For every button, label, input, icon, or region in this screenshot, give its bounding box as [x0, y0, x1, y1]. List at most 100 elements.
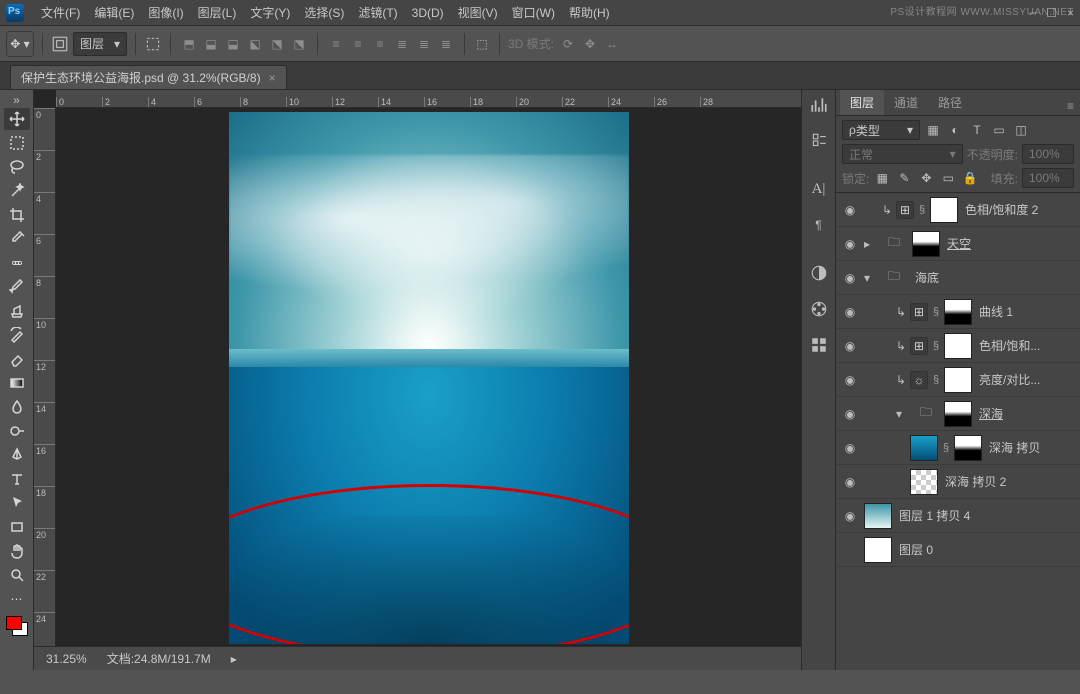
swatches-icon[interactable] [808, 298, 830, 320]
fill-input[interactable]: 100% [1022, 168, 1074, 188]
healing-brush-tool-icon[interactable] [4, 252, 30, 274]
layer-thumbnail[interactable] [910, 469, 938, 495]
adjust-circle-icon[interactable] [808, 262, 830, 284]
dist-bottom-icon[interactable]: ≡ [370, 34, 390, 54]
doc-tab-close-icon[interactable]: × [269, 66, 276, 90]
layer-name[interactable]: 海底 [912, 269, 1076, 286]
link-mask-icon[interactable]: § [942, 442, 950, 454]
lock-all-icon[interactable]: 🔒 [961, 169, 979, 187]
history-icon[interactable] [808, 130, 830, 152]
visibility-toggle-icon[interactable]: ◉ [840, 407, 860, 421]
status-zoom[interactable]: 31.25% [46, 652, 87, 666]
align-hcenter-icon[interactable]: ⬔ [267, 34, 287, 54]
menu-3d[interactable]: 3D(D) [405, 0, 451, 26]
zoom-tool-icon[interactable] [4, 564, 30, 586]
dist-right-icon[interactable]: ≣ [436, 34, 456, 54]
paragraph-icon[interactable]: ¶ [808, 214, 830, 236]
link-mask-icon[interactable]: § [932, 340, 940, 352]
lock-artboard-icon[interactable]: ▭ [939, 169, 957, 187]
auto-select-dropdown[interactable]: 图层▾ [73, 32, 127, 56]
tab-paths[interactable]: 路径 [928, 90, 972, 115]
brush-tool-icon[interactable] [4, 276, 30, 298]
color-swatch[interactable] [6, 616, 28, 636]
layer-name[interactable]: 图层 1 拷贝 4 [896, 507, 1076, 524]
mask-thumbnail[interactable] [944, 367, 972, 393]
artboard[interactable] [229, 112, 629, 644]
shape-filter-icon[interactable]: ▭ [990, 121, 1008, 139]
gradient-tool-icon[interactable] [4, 372, 30, 394]
layer-thumbnail[interactable] [864, 503, 892, 529]
layer-name[interactable]: 深海 [976, 405, 1076, 422]
move-tool-preset-icon[interactable]: ✥ ▾ [6, 31, 34, 57]
visibility-toggle-icon[interactable]: ◉ [840, 441, 860, 455]
path-selection-tool-icon[interactable] [4, 492, 30, 514]
lock-transparency-icon[interactable]: ▦ [873, 169, 891, 187]
arrange-icon[interactable]: ⬚ [473, 35, 491, 53]
magic-wand-tool-icon[interactable] [4, 180, 30, 202]
histogram-icon[interactable] [808, 94, 830, 116]
visibility-toggle-icon[interactable]: ◉ [840, 373, 860, 387]
hand-tool-icon[interactable] [4, 540, 30, 562]
layer-row[interactable]: ◉深海 拷贝 2 [836, 465, 1080, 499]
pen-tool-icon[interactable] [4, 444, 30, 466]
dist-vcenter-icon[interactable]: ≡ [348, 34, 368, 54]
grid-icon[interactable] [808, 334, 830, 356]
lasso-tool-icon[interactable] [4, 156, 30, 178]
menu-window[interactable]: 窗口(W) [505, 0, 562, 26]
eraser-tool-icon[interactable] [4, 348, 30, 370]
status-chevron-icon[interactable]: ▸ [231, 652, 237, 666]
layer-row[interactable]: 图层 0 [836, 533, 1080, 567]
layer-name[interactable]: 天空 [944, 235, 1076, 252]
layer-row[interactable]: ◉图层 1 拷贝 4 [836, 499, 1080, 533]
menu-edit[interactable]: 编辑(E) [87, 0, 141, 26]
align-vcenter-icon[interactable]: ⬓ [201, 34, 221, 54]
status-doc-size[interactable]: 文档:24.8M/191.7M [107, 650, 211, 667]
dodge-tool-icon[interactable] [4, 420, 30, 442]
visibility-toggle-icon[interactable]: ◉ [840, 271, 860, 285]
type-tool-icon[interactable] [4, 468, 30, 490]
dist-hcenter-icon[interactable]: ≣ [414, 34, 434, 54]
char-A-icon[interactable]: A| [808, 178, 830, 200]
mask-thumbnail[interactable] [930, 197, 958, 223]
visibility-toggle-icon[interactable]: ◉ [840, 339, 860, 353]
smart-filter-icon[interactable]: ◫ [1012, 121, 1030, 139]
transform-controls-icon[interactable] [144, 35, 162, 53]
expand-toggle-icon[interactable]: ▾ [896, 407, 908, 421]
move-tool-icon[interactable] [4, 108, 30, 130]
layer-row[interactable]: ◉ § 深海 拷贝 [836, 431, 1080, 465]
canvas-stage[interactable] [56, 108, 801, 646]
layer-row[interactable]: ◉↳⊞§色相/饱和... [836, 329, 1080, 363]
visibility-toggle-icon[interactable]: ◉ [840, 237, 860, 251]
doc-tab[interactable]: 保护生态环境公益海报.psd @ 31.2%(RGB/8) × [10, 65, 287, 89]
layer-name[interactable]: 深海 拷贝 [986, 439, 1076, 456]
tab-channels[interactable]: 通道 [884, 90, 928, 115]
layer-row[interactable]: ◉▾🗀深海 [836, 397, 1080, 431]
align-top-icon[interactable]: ⬒ [179, 34, 199, 54]
visibility-toggle-icon[interactable]: ◉ [840, 203, 860, 217]
mask-thumbnail[interactable] [944, 333, 972, 359]
marquee-tool-icon[interactable] [4, 132, 30, 154]
menu-filter[interactable]: 滤镜(T) [351, 0, 404, 26]
history-brush-tool-icon[interactable] [4, 324, 30, 346]
adjust-filter-icon[interactable]: ◐ [946, 121, 964, 139]
menu-image[interactable]: 图像(I) [141, 0, 190, 26]
mask-thumbnail[interactable] [912, 231, 940, 257]
layer-name[interactable]: 图层 0 [896, 541, 1076, 558]
lock-position-icon[interactable]: ✥ [917, 169, 935, 187]
layer-row[interactable]: ◉▸🗀天空 [836, 227, 1080, 261]
mask-thumbnail[interactable] [944, 299, 972, 325]
expand-toggle-icon[interactable]: ▸ [864, 237, 876, 251]
layer-row[interactable]: ◉↳⊞§曲线 1 [836, 295, 1080, 329]
layer-name[interactable]: 深海 拷贝 2 [942, 473, 1076, 490]
menu-view[interactable]: 视图(V) [451, 0, 505, 26]
dist-top-icon[interactable]: ≡ [326, 34, 346, 54]
rectangle-tool-icon[interactable] [4, 516, 30, 538]
toolbox-expand-icon[interactable]: » [0, 94, 33, 106]
link-mask-icon[interactable]: § [932, 306, 940, 318]
mask-thumbnail[interactable] [954, 435, 982, 461]
menu-type[interactable]: 文字(Y) [243, 0, 297, 26]
auto-select-icon[interactable] [51, 35, 69, 53]
eyedropper-tool-icon[interactable] [4, 228, 30, 250]
align-right-icon[interactable]: ⬔ [289, 34, 309, 54]
edit-toolbar-icon[interactable]: ⋯ [4, 588, 30, 610]
